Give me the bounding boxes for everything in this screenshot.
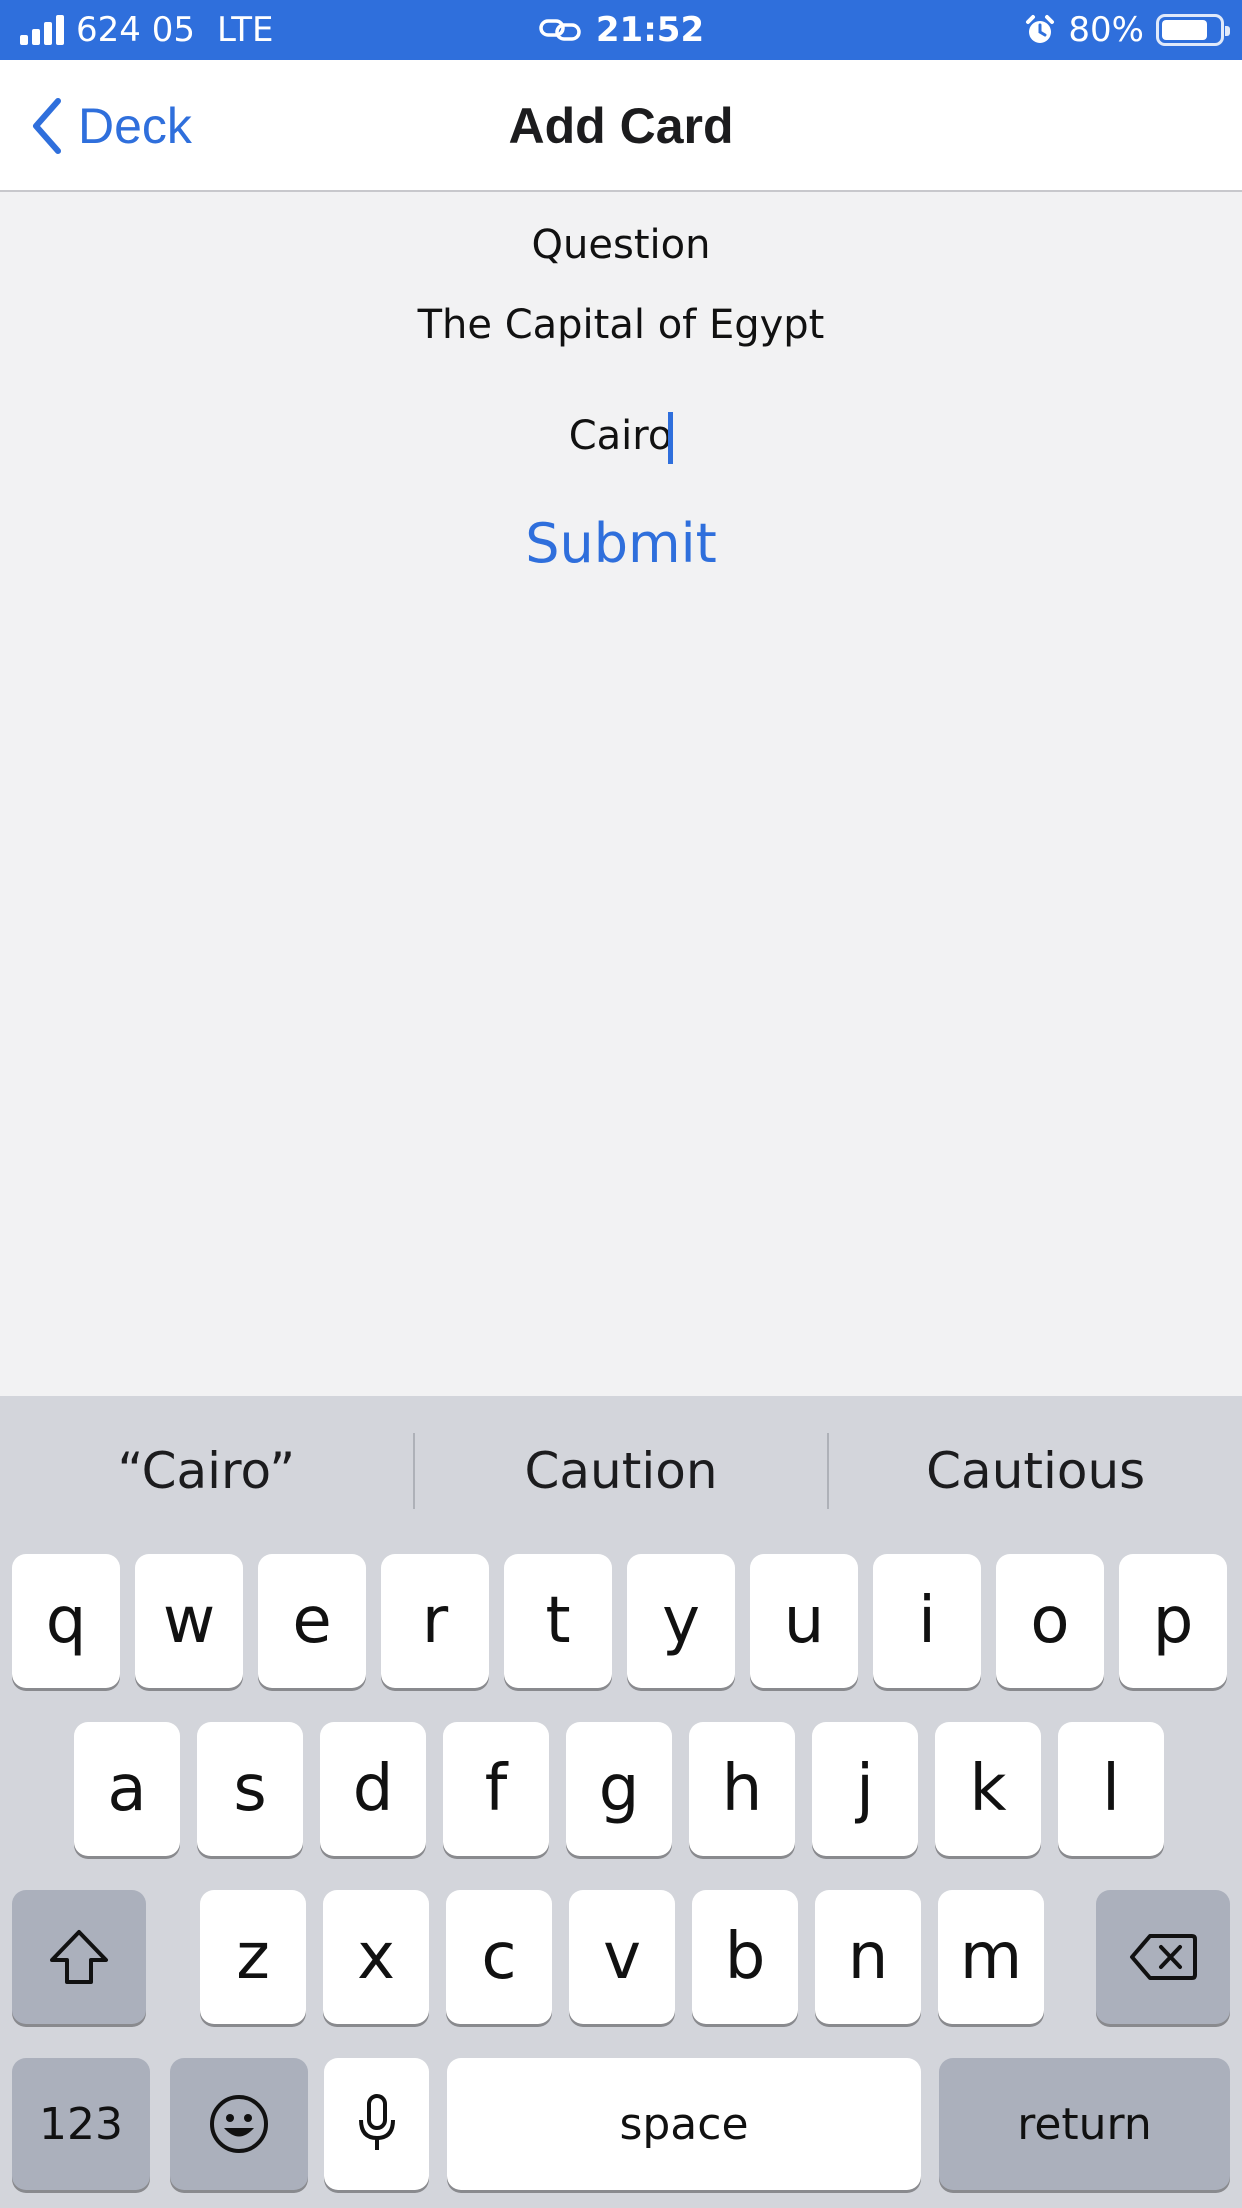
key-q[interactable]: q xyxy=(12,1554,120,1688)
back-button[interactable]: Deck xyxy=(30,60,192,192)
navigation-bar: Deck Add Card xyxy=(0,60,1242,192)
battery-icon xyxy=(1156,14,1230,46)
return-key[interactable]: return xyxy=(939,2058,1230,2190)
answer-input[interactable]: Cairo xyxy=(0,412,1242,464)
status-bar: 624 05 LTE 21:52 80% xyxy=(0,0,1242,60)
space-key[interactable]: space xyxy=(447,2058,921,2190)
key-s[interactable]: s xyxy=(197,1722,303,1856)
suggestion-3[interactable]: Cautious xyxy=(829,1442,1242,1500)
key-j[interactable]: j xyxy=(812,1722,918,1856)
key-h[interactable]: h xyxy=(689,1722,795,1856)
battery-percentage: 80% xyxy=(1068,10,1144,50)
chevron-left-icon xyxy=(33,98,61,154)
key-v[interactable]: v xyxy=(569,1890,675,2024)
key-k[interactable]: k xyxy=(935,1722,1041,1856)
key-y[interactable]: y xyxy=(627,1554,735,1688)
suggestion-bar: “Cairo” Caution Cautious xyxy=(0,1396,1242,1546)
back-button-label: Deck xyxy=(78,98,192,154)
clock-time: 21:52 xyxy=(595,10,705,50)
question-label: Question xyxy=(531,222,711,268)
text-cursor xyxy=(668,412,674,464)
key-b[interactable]: b xyxy=(692,1890,798,2024)
microphone-icon xyxy=(358,2094,395,2150)
key-c[interactable]: c xyxy=(446,1890,552,2024)
key-r[interactable]: r xyxy=(381,1554,489,1688)
key-a[interactable]: a xyxy=(74,1722,180,1856)
key-f[interactable]: f xyxy=(443,1722,549,1856)
key-e[interactable]: e xyxy=(258,1554,366,1688)
keyboard: “Cairo” Caution Cautious qwertyuiop asdfg… xyxy=(0,1396,1242,2208)
suggestion-1[interactable]: “Cairo” xyxy=(0,1442,413,1500)
key-p[interactable]: p xyxy=(1119,1554,1227,1688)
battery-fill xyxy=(1162,20,1207,40)
key-t[interactable]: t xyxy=(504,1554,612,1688)
submit-button[interactable]: Submit xyxy=(0,512,1242,575)
key-x[interactable]: x xyxy=(323,1890,429,2024)
key-i[interactable]: i xyxy=(873,1554,981,1688)
dictation-key[interactable] xyxy=(324,2058,429,2190)
shift-key[interactable] xyxy=(12,1890,146,2024)
suggestion-2[interactable]: Caution xyxy=(415,1442,828,1500)
key-g[interactable]: g xyxy=(566,1722,672,1856)
answer-input-value: Cairo xyxy=(568,413,673,459)
key-l[interactable]: l xyxy=(1058,1722,1164,1856)
key-w[interactable]: w xyxy=(135,1554,243,1688)
key-n[interactable]: n xyxy=(815,1890,921,2024)
link-icon xyxy=(539,19,581,41)
question-input-value: The Capital of Egypt xyxy=(417,302,825,348)
backspace-icon xyxy=(1130,1934,1197,1980)
key-m[interactable]: m xyxy=(938,1890,1044,2024)
delete-key[interactable] xyxy=(1096,1890,1230,2024)
emoji-icon xyxy=(210,2095,268,2153)
shift-arrow-icon xyxy=(50,1930,108,1984)
add-card-form: Question The Capital of Egypt Cairo Subm… xyxy=(0,194,1242,1396)
emoji-key[interactable] xyxy=(170,2058,308,2190)
status-right: 80% xyxy=(1024,0,1230,60)
key-z[interactable]: z xyxy=(200,1890,306,2024)
alarm-clock-icon xyxy=(1026,15,1055,43)
key-o[interactable]: o xyxy=(996,1554,1104,1688)
key-u[interactable]: u xyxy=(750,1554,858,1688)
key-d[interactable]: d xyxy=(320,1722,426,1856)
numbers-key[interactable]: 123 xyxy=(12,2058,150,2190)
question-input[interactable]: The Capital of Egypt xyxy=(0,302,1242,348)
